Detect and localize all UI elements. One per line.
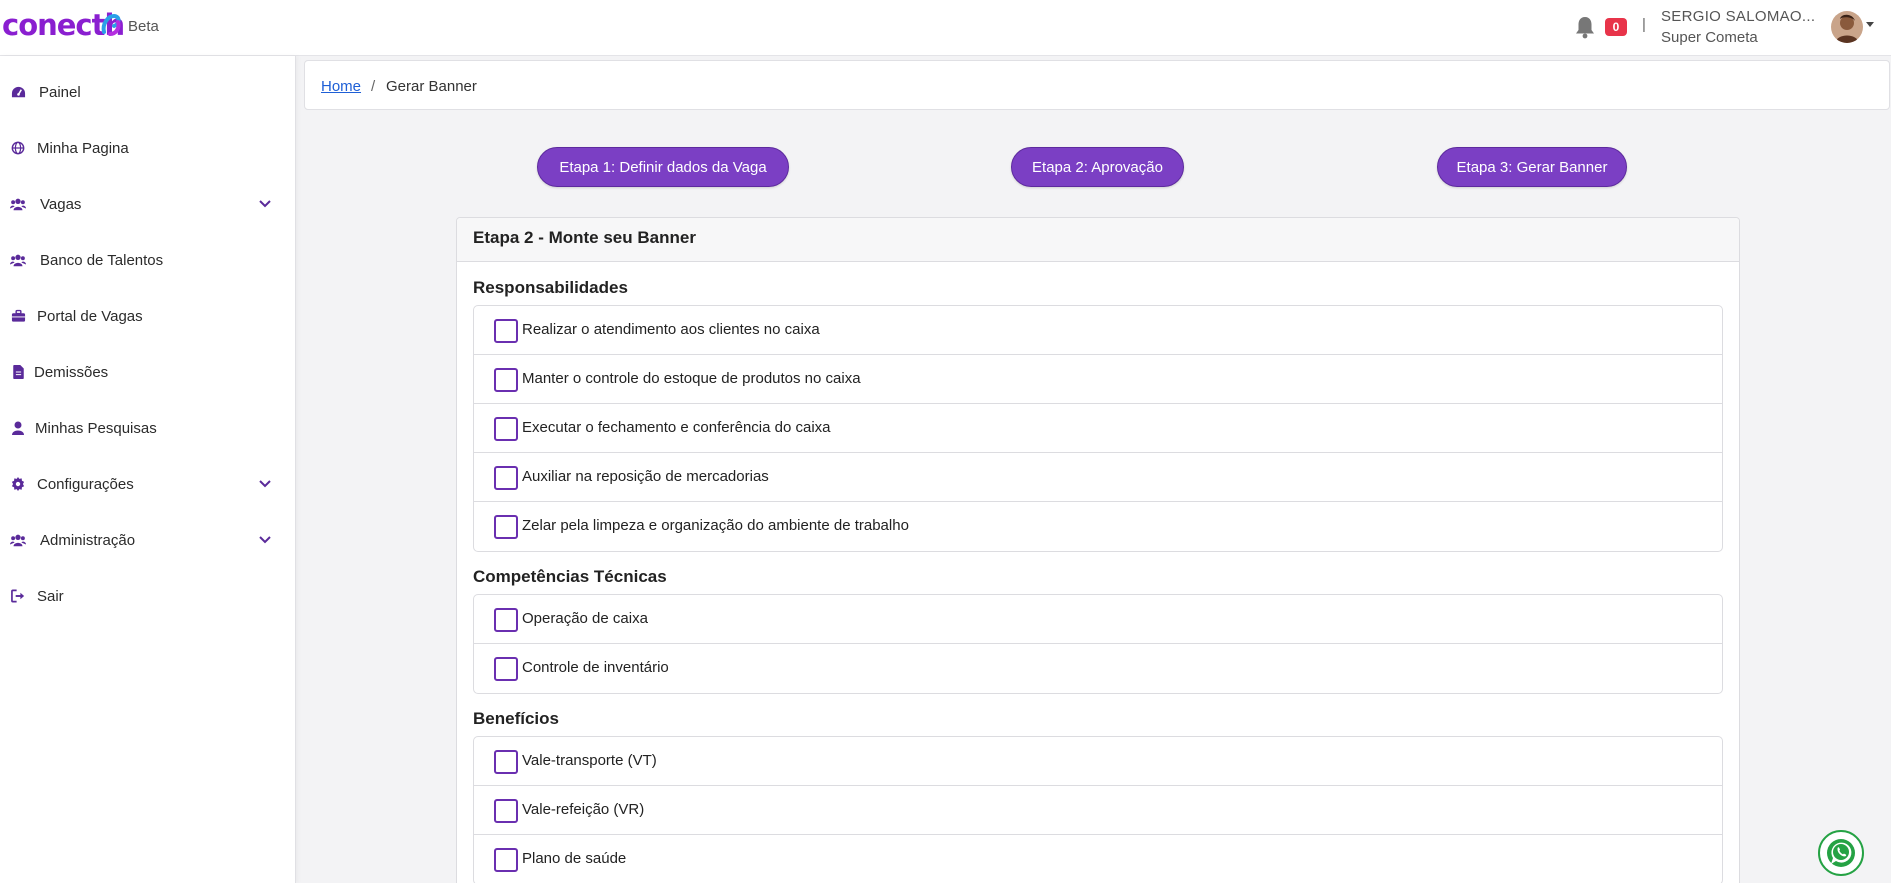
card-header: Etapa 2 - Monte seu Banner [457,218,1739,262]
item-label: Plano de saúde [522,850,627,867]
sidebar-item-label: Portal de Vagas [37,307,143,325]
item-label: Manter o controle do estoque de produtos… [522,370,861,387]
top-navbar: conecth Beta 0 | SERGIO SALOMAO... Super… [0,0,1891,56]
sidebar-item-label: Administração [40,531,136,549]
list-item[interactable]: Zelar pela limpeza e organização do ambi… [474,502,1722,551]
sidebar-item-painel[interactable]: Painel [0,72,296,112]
checkbox[interactable] [494,799,518,823]
list-item[interactable]: Operação de caixa [474,595,1722,644]
checkbox[interactable] [494,466,518,490]
sidebar-item-label: Banco de Talentos [40,251,164,269]
breadcrumb: Home / Gerar Banner [304,60,1890,110]
step-1-button[interactable]: Etapa 1: Definir dados da Vaga [537,147,789,187]
avatar[interactable] [1831,11,1863,43]
header-separator: | [1642,16,1646,33]
section-title-responsabilidades: Responsabilidades [473,278,628,297]
item-label: Controle de inventário [522,659,669,676]
step-3-button[interactable]: Etapa 3: Gerar Banner [1437,147,1627,187]
sidebar-item-minha-pagina[interactable]: Minha Pagina [0,128,296,168]
users-icon [10,252,26,268]
sidebar-item-administracao[interactable]: Administração [0,520,296,560]
user-icon [10,420,26,436]
sidebar-item-demissoes[interactable]: Demissões [0,352,296,392]
sidebar-item-vagas[interactable]: Vagas [0,184,296,224]
chevron-down-icon[interactable] [258,479,272,489]
checkbox[interactable] [494,515,518,539]
responsabilidades-list: Realizar o atendimento aos clientes no c… [473,305,1723,552]
gauge-icon [10,84,26,100]
sidebar-item-portal-de-vagas[interactable]: Portal de Vagas [0,296,296,336]
whatsapp-button[interactable] [1818,830,1864,876]
bell-icon[interactable] [1574,15,1596,39]
list-item[interactable]: Controle de inventário [474,644,1722,693]
item-label: Executar o fechamento e conferência do c… [522,419,831,436]
users-icon [10,532,26,548]
whatsapp-icon [1827,839,1855,867]
checkbox[interactable] [494,417,518,441]
list-item[interactable]: Auxiliar na reposição de mercadorias [474,453,1722,502]
item-label: Operação de caixa [522,610,648,627]
checkbox[interactable] [494,608,518,632]
users-icon [10,196,26,212]
breadcrumb-home-link[interactable]: Home [321,78,361,95]
card-title: Etapa 2 - Monte seu Banner [473,228,696,247]
item-label: Realizar o atendimento aos clientes no c… [522,321,820,338]
banner-card: Etapa 2 - Monte seu Banner Responsabilid… [456,217,1740,883]
section-title-competencias-tecnicas: Competências Técnicas [473,567,667,586]
list-item[interactable]: Executar o fechamento e conferência do c… [474,404,1722,453]
section-title-beneficios: Benefícios [473,709,559,728]
briefcase-icon [10,308,26,324]
user-company: Super Cometa [1661,29,1758,46]
breadcrumb-separator: / [371,78,376,95]
gear-icon [10,476,26,492]
sign-out-icon [10,588,26,604]
list-item[interactable]: Vale-transporte (VT) [474,737,1722,786]
chevron-down-icon[interactable] [258,199,272,209]
list-item[interactable]: Manter o controle do estoque de produtos… [474,355,1722,404]
globe-icon [10,140,26,156]
file-icon [10,364,26,380]
sidebar-item-label: Painel [39,83,81,101]
step-2-button[interactable]: Etapa 2: Aprovação [1011,147,1184,187]
item-label: Auxiliar na reposição de mercadorias [522,468,769,485]
sidebar-item-label: Sair [37,587,64,605]
sidebar-item-label: Configurações [37,475,134,493]
item-label: Zelar pela limpeza e organização do ambi… [522,517,909,534]
sidebar: Painel Minha Pagina Vagas Banco de Talen… [0,56,296,883]
sidebar-item-banco-de-talentos[interactable]: Banco de Talentos [0,240,296,280]
sidebar-item-configuracoes[interactable]: Configurações [0,464,296,504]
item-label: Vale-refeição (VR) [522,801,645,818]
sidebar-item-minhas-pesquisas[interactable]: Minhas Pesquisas [0,408,296,448]
competencias-list: Operação de caixa Controle de inventário [473,594,1723,694]
beneficios-list: Vale-transporte (VT) Vale-refeição (VR) … [473,736,1723,883]
item-label: Vale-transporte (VT) [522,752,657,769]
sidebar-item-label: Minha Pagina [37,139,129,157]
checkbox[interactable] [494,848,518,872]
list-item[interactable]: Realizar o atendimento aos clientes no c… [474,306,1722,355]
list-item[interactable]: Plano de saúde [474,835,1722,883]
logo-swirl-icon [101,13,121,36]
chevron-down-icon[interactable] [258,535,272,545]
list-item[interactable]: Vale-refeição (VR) [474,786,1722,835]
chevron-down-icon[interactable] [1866,22,1874,27]
sidebar-item-label: Vagas [40,195,82,213]
user-name[interactable]: SERGIO SALOMAO... [1661,8,1815,25]
checkbox[interactable] [494,319,518,343]
breadcrumb-current: Gerar Banner [386,78,477,95]
checkbox[interactable] [494,657,518,681]
checkbox[interactable] [494,750,518,774]
beta-label: Beta [128,18,159,35]
notification-badge[interactable]: 0 [1605,18,1627,36]
sidebar-item-label: Minhas Pesquisas [35,419,157,437]
checkbox[interactable] [494,368,518,392]
sidebar-item-label: Demissões [34,363,109,381]
sidebar-item-sair[interactable]: Sair [0,576,296,616]
brand-logo[interactable]: conecth [2,8,125,42]
